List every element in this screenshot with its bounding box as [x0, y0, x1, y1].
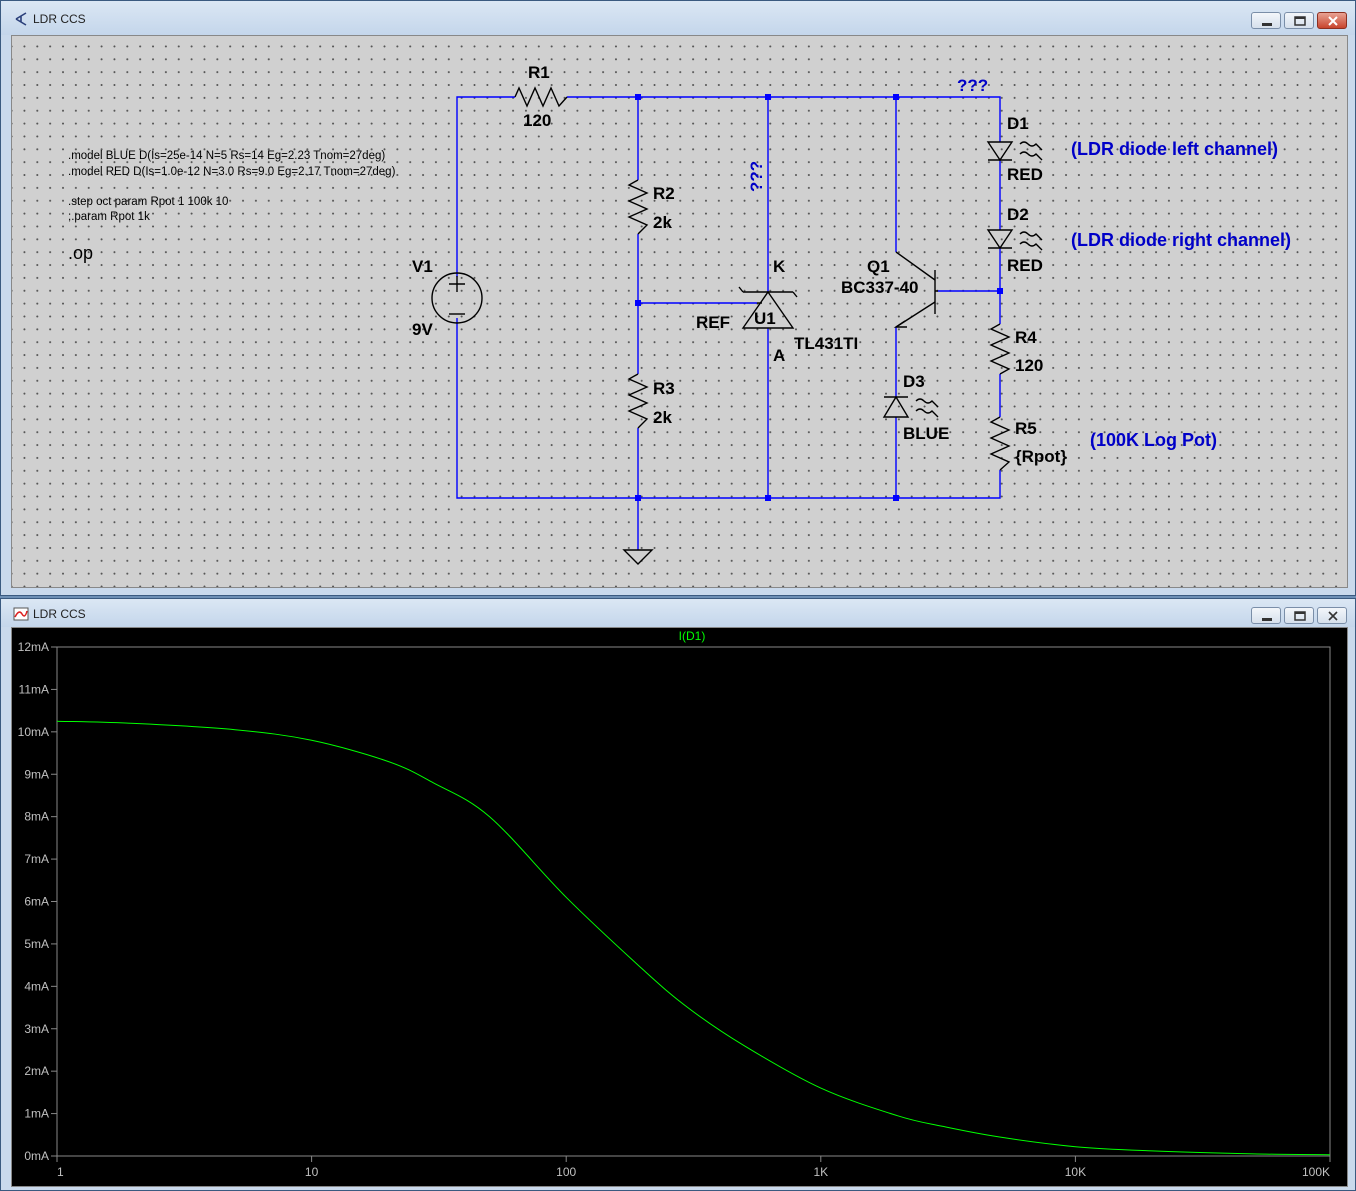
x-tick-label: 100 [556, 1165, 576, 1179]
r5-value[interactable]: {Rpot} [1015, 447, 1067, 466]
r3-value[interactable]: 2k [653, 408, 672, 427]
d3-led-icon[interactable] [882, 395, 939, 418]
minimize-icon [1262, 23, 1272, 26]
d3-name[interactable]: D3 [903, 372, 925, 391]
plot-window: LDR CCS I(D1) 0mA 1mA 2mA 3mA 4mA 5mA 6mA 7mA 8m… [0, 598, 1356, 1191]
trace-i-d1[interactable] [56, 720, 1331, 1156]
x-tick-label: 10 [305, 1165, 319, 1179]
model-blue-directive[interactable]: .model BLUE D(Is=25e-14 N=5 Rs=14 Eg=2.2… [68, 150, 385, 162]
plot-minimize-button[interactable] [1251, 607, 1281, 624]
y-tick-label: 11mA [19, 682, 49, 696]
schematic-canvas[interactable]: .model BLUE D(Is=25e-14 N=5 Rs=14 Eg=2.2… [11, 35, 1348, 588]
r1-name[interactable]: R1 [528, 63, 550, 82]
y-tick-label: 5mA [24, 937, 49, 951]
x-tick-label: 10K [1065, 1165, 1086, 1179]
op-directive[interactable]: .op [68, 243, 93, 263]
q1-name[interactable]: Q1 [867, 257, 890, 276]
minimize-icon [1262, 618, 1272, 621]
close-icon [1328, 16, 1338, 26]
x-tick-label: 100K [1302, 1165, 1330, 1179]
model-red-directive[interactable]: .model RED D(Is=1.0e-12 N=3.0 Rs=9.0 Eg=… [68, 166, 396, 178]
close-icon [1328, 611, 1338, 621]
schematic-app-icon [15, 12, 27, 26]
y-tick-label: 7mA [24, 852, 49, 866]
y-tick-label: 8mA [24, 810, 49, 824]
d2-comment[interactable]: (LDR diode right channel) [1071, 230, 1291, 250]
y-tick-label: 4mA [24, 979, 49, 993]
top-right-net-label[interactable]: ??? [957, 76, 988, 95]
u1-name[interactable]: U1 [754, 309, 776, 328]
r2-resistor-icon[interactable] [627, 179, 649, 235]
q1-value[interactable]: BC337-40 [841, 278, 919, 297]
r2-name[interactable]: R2 [653, 184, 675, 203]
close-button[interactable] [1317, 12, 1347, 29]
restore-icon [1294, 16, 1306, 26]
y-tick-label: 12mA [18, 640, 49, 654]
r5-name[interactable]: R5 [1015, 419, 1037, 438]
y-tick-label: 0mA [24, 1149, 49, 1163]
y-tick-label: 9mA [24, 767, 49, 781]
d1-name[interactable]: D1 [1007, 114, 1029, 133]
d2-led-icon[interactable] [986, 229, 1043, 251]
plot-close-button[interactable] [1317, 607, 1347, 624]
schematic-window: LDR CCS .model BLUE D(Is=25e-14 N=5 Rs=1… [0, 0, 1356, 596]
r4-name[interactable]: R4 [1015, 328, 1037, 347]
param-directive[interactable]: ;.param Rpot 1k [68, 211, 150, 223]
r4-resistor-icon[interactable] [989, 323, 1011, 375]
u1-pin-k: K [773, 257, 786, 276]
v1-value[interactable]: 9V [412, 320, 433, 339]
k-node-net-label[interactable]: ??? [747, 161, 766, 192]
v1-source-icon[interactable] [431, 272, 483, 324]
ground-icon[interactable] [622, 549, 654, 565]
plot-titlebar[interactable]: LDR CCS [1, 599, 1355, 627]
d1-comment[interactable]: (LDR diode left channel) [1071, 139, 1278, 159]
y-tick-label: 3mA [24, 1022, 49, 1036]
plot-frame [56, 646, 1331, 1157]
restore-icon [1294, 611, 1306, 621]
d2-value[interactable]: RED [1007, 256, 1043, 275]
y-tick-label: 2mA [24, 1064, 49, 1078]
waveform-chart[interactable]: I(D1) 0mA 1mA 2mA 3mA 4mA 5mA 6mA 7mA 8mA 9mA 10mA… [12, 628, 1347, 1186]
u1-pin-ref: REF [696, 313, 730, 332]
schematic-window-title: LDR CCS [33, 12, 86, 26]
r3-resistor-icon[interactable] [627, 373, 649, 429]
d3-value[interactable]: BLUE [903, 424, 949, 443]
y-tick-label: 10mA [18, 725, 49, 739]
restore-button[interactable] [1284, 12, 1314, 29]
r2-value[interactable]: 2k [653, 213, 672, 232]
u1-pin-a: A [773, 346, 785, 365]
r1-resistor-icon[interactable] [514, 86, 568, 108]
v1-name[interactable]: V1 [412, 257, 433, 276]
y-tick-label: 6mA [24, 895, 49, 909]
waveform-plot-pane[interactable]: I(D1) 0mA 1mA 2mA 3mA 4mA 5mA 6mA 7mA 8mA 9mA 10mA… [11, 627, 1348, 1187]
x-tick-label: 1K [813, 1165, 828, 1179]
r5-resistor-icon[interactable] [989, 416, 1011, 471]
step-directive[interactable]: .step oct param Rpot 1 100k 10 [68, 196, 228, 208]
y-tick-label: 1mA [24, 1107, 49, 1121]
d1-led-icon[interactable] [986, 141, 1043, 162]
minimize-button[interactable] [1251, 12, 1281, 29]
plot-restore-button[interactable] [1284, 607, 1314, 624]
d2-name[interactable]: D2 [1007, 205, 1029, 224]
r5-comment[interactable]: (100K Log Pot) [1090, 430, 1217, 450]
x-tick-label: 1 [57, 1165, 64, 1179]
r3-name[interactable]: R3 [653, 379, 675, 398]
plot-app-icon [13, 607, 29, 621]
r1-value[interactable]: 120 [523, 111, 551, 130]
schematic-titlebar[interactable]: LDR CCS [1, 1, 1355, 35]
r4-value[interactable]: 120 [1015, 356, 1043, 375]
d1-value[interactable]: RED [1007, 165, 1043, 184]
u1-value[interactable]: TL431TI [794, 334, 858, 353]
trace-label-i-d1[interactable]: I(D1) [679, 629, 706, 643]
plot-window-title: LDR CCS [33, 607, 86, 621]
